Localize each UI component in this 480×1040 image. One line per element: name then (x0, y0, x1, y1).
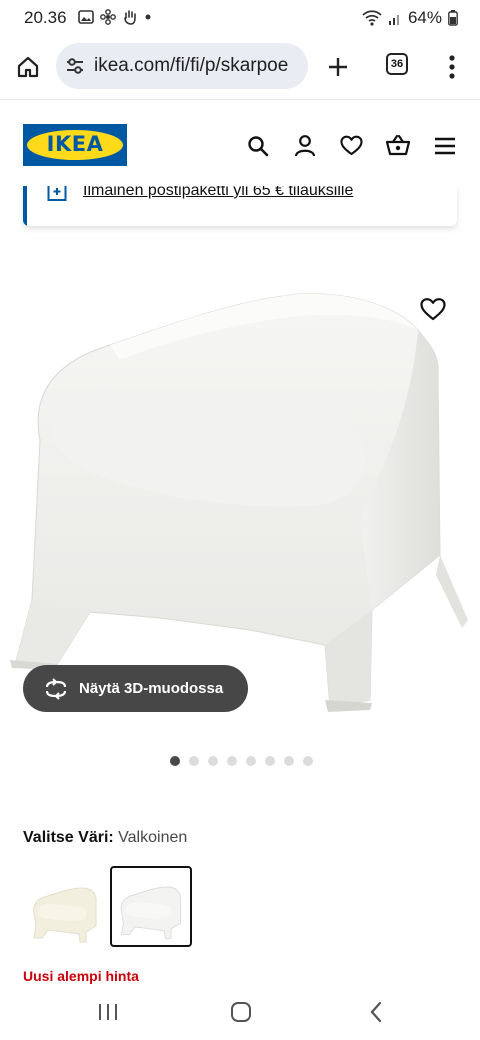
basket-icon[interactable] (385, 133, 411, 157)
home-icon[interactable] (16, 55, 40, 79)
new-tab-icon[interactable] (326, 55, 350, 79)
heart-icon[interactable] (340, 135, 363, 156)
browser-toolbar: ikea.com/fi/fi/p/skarpoe 36 (0, 36, 480, 100)
logo-text: IKEA (46, 132, 104, 156)
back-icon[interactable] (368, 1000, 384, 1024)
promo-banner[interactable]: Ilmainen postipaketti yli 65 € tilauksil… (23, 186, 457, 226)
carousel-dot[interactable] (303, 756, 313, 766)
menu-icon[interactable] (434, 137, 456, 155)
rotate-3d-icon (45, 678, 67, 700)
promo-text[interactable]: Ilmainen postipaketti yli 65 € tilauksil… (83, 186, 353, 200)
signal-icon (388, 15, 399, 25)
site-header: IKEA (0, 100, 480, 192)
url-text: ikea.com/fi/fi/p/skarpoe (94, 55, 289, 76)
price-tag-label: Uusi alempi hinta (23, 968, 139, 984)
wifi-icon (362, 10, 382, 26)
favorite-heart-icon[interactable] (416, 292, 450, 326)
address-bar[interactable]: ikea.com/fi/fi/p/skarpoe (56, 43, 308, 89)
home-button-icon[interactable] (230, 1001, 252, 1023)
site-settings-icon[interactable] (65, 57, 85, 75)
carousel-dot[interactable] (265, 756, 275, 766)
ikea-logo[interactable]: IKEA (23, 124, 127, 166)
promo-accent (23, 186, 27, 226)
color-value: Valkoinen (118, 829, 188, 846)
view-3d-button[interactable]: Näytä 3D-muodossa (23, 665, 248, 712)
carousel-dot[interactable] (246, 756, 256, 766)
color-swatch-white[interactable] (110, 866, 192, 947)
color-selector-heading: Valitse Väri: Valkoinen (23, 829, 187, 847)
color-swatch-beige[interactable] (24, 866, 106, 947)
android-navigation-bar (0, 990, 480, 1040)
package-icon (47, 186, 67, 201)
carousel-dot[interactable] (208, 756, 218, 766)
hand-icon (124, 10, 136, 25)
status-bar: 20.36 64% (0, 0, 480, 36)
notification-icons (78, 9, 152, 25)
carousel-dot[interactable] (170, 756, 180, 766)
image-carousel-dots (170, 756, 313, 766)
pinwheel-icon (100, 9, 116, 25)
view-3d-label: Näytä 3D-muodossa (79, 680, 224, 697)
battery-percent: 64% (407, 8, 442, 27)
carousel-dot[interactable] (227, 756, 237, 766)
color-label: Valitse Väri: (23, 829, 114, 846)
recent-apps-icon[interactable] (97, 1002, 119, 1022)
more-options-icon[interactable] (448, 54, 456, 80)
carousel-dot[interactable] (284, 756, 294, 766)
search-icon[interactable] (247, 135, 269, 157)
status-time: 20.36 (24, 8, 67, 27)
image-icon (78, 10, 94, 24)
dot-icon (145, 14, 151, 20)
carousel-dot[interactable] (189, 756, 199, 766)
tab-switcher-button[interactable]: 36 (386, 53, 408, 75)
product-image-chair[interactable] (0, 262, 480, 722)
system-icons: 64% (362, 8, 458, 28)
battery-icon (448, 10, 458, 26)
account-icon[interactable] (294, 134, 316, 158)
